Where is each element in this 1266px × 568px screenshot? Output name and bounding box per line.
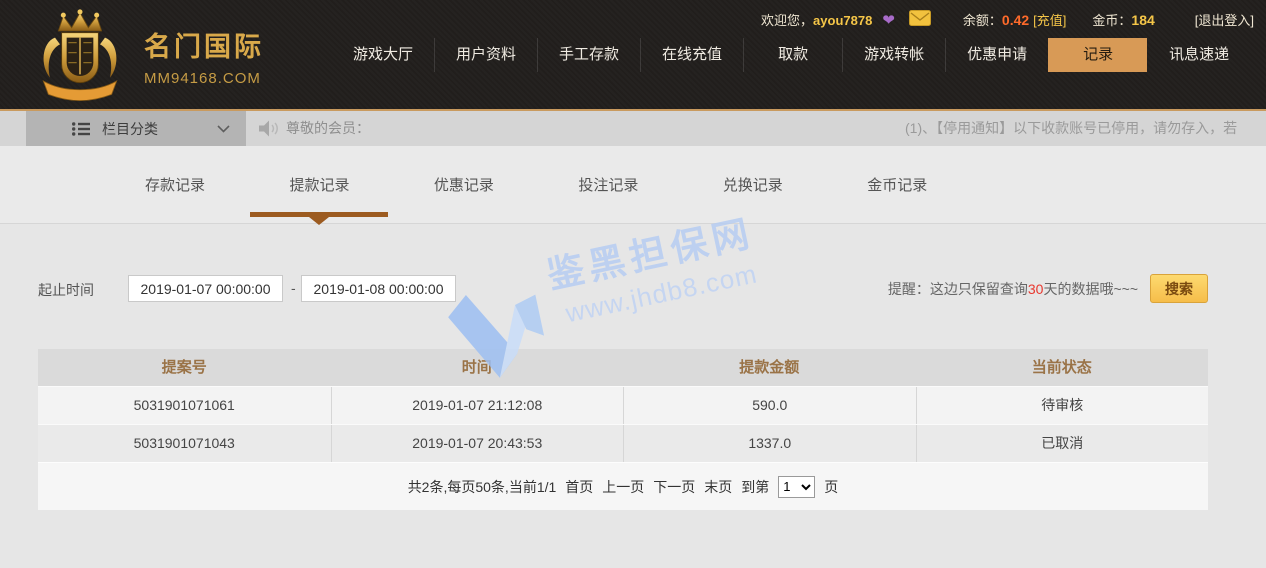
username: ayou7878: [813, 13, 872, 28]
nav-item-transfer[interactable]: 游戏转帐: [842, 38, 945, 72]
filter-right: 提醒：这边只保留查询30天的数据哦~~~ 搜索: [888, 274, 1208, 303]
brand-logo[interactable]: 名门国际 MM94168.COM: [30, 6, 264, 106]
tab-withdraw-records[interactable]: 提款记录: [249, 174, 389, 217]
category-dropdown[interactable]: 栏目分类: [26, 111, 246, 146]
tab-deposit-records[interactable]: 存款记录: [105, 174, 245, 217]
table-row: 5031901071061 2019-01-07 21:12:08 590.0 …: [38, 386, 1208, 424]
pagination-next[interactable]: 下一页: [653, 477, 695, 497]
end-date-input[interactable]: [301, 275, 456, 302]
mail-icon[interactable]: [909, 10, 931, 29]
nav-item-online-recharge[interactable]: 在线充值: [640, 38, 743, 72]
user-bar: 欢迎您，ayou7878 ❤ 余额：0.42 [充值] 金币：184 [退出登入]: [640, 10, 1254, 29]
pagination-first[interactable]: 首页: [565, 477, 593, 497]
nav-item-promo-apply[interactable]: 优惠申请: [945, 38, 1048, 72]
goto-suffix: 页: [824, 477, 838, 497]
notice-marquee: (1)、【停用通知】以下收款账号已停用，请勿存入，若: [905, 111, 1237, 146]
nav-item-messages[interactable]: 讯息速递: [1147, 38, 1250, 72]
reminder-text: 提醒：这边只保留查询30天的数据哦~~~: [888, 279, 1138, 299]
tab-promo-records[interactable]: 优惠记录: [394, 174, 534, 217]
table-header-proposal: 提案号: [38, 349, 331, 386]
nav-item-manual-deposit[interactable]: 手工存款: [537, 38, 640, 72]
recharge-link[interactable]: [充值]: [1033, 13, 1066, 28]
page: { "header": { "brand": { "name": "名门国际",…: [0, 0, 1266, 568]
main-nav: 游戏大厅 用户资料 手工存款 在线充值 取款 游戏转帐 优惠申请 记录 讯息速递: [332, 38, 1250, 72]
list-icon: [72, 122, 90, 136]
reminder-days: 30: [1028, 281, 1044, 297]
cell-amount: 1337.0: [623, 425, 916, 462]
notice-prefix: 尊敬的会员：: [286, 111, 370, 146]
table-header-amount: 提款金额: [623, 349, 916, 386]
nav-item-withdraw[interactable]: 取款: [743, 38, 842, 72]
pagination: 共2条,每页50条,当前1/1 首页 上一页 下一页 末页 到第 1 页: [38, 462, 1208, 510]
brand-title: 名门国际: [144, 25, 264, 64]
table-header-row: 提案号 时间 提款金额 当前状态: [38, 349, 1208, 386]
pagination-last[interactable]: 末页: [704, 477, 732, 497]
nav-item-records[interactable]: 记录: [1048, 38, 1147, 72]
brand-domain: MM94168.COM: [144, 70, 264, 87]
balance-value: 0.42: [1002, 12, 1029, 28]
welcome-text: 欢迎您，ayou7878: [761, 10, 872, 29]
pagination-summary: 共2条,每页50条,当前1/1: [408, 477, 557, 497]
cell-proposal: 5031901071043: [38, 425, 331, 462]
category-label: 栏目分类: [102, 119, 158, 139]
cell-proposal: 5031901071061: [38, 387, 331, 424]
heart-icon[interactable]: ❤: [882, 11, 895, 29]
balance-group: 余额：0.42 [充值]: [963, 10, 1067, 29]
table-header-status: 当前状态: [916, 349, 1209, 386]
tab-exchange-records[interactable]: 兑换记录: [683, 174, 823, 217]
page-select[interactable]: 1: [778, 476, 815, 498]
nav-item-game-hall[interactable]: 游戏大厅: [332, 38, 434, 72]
chevron-down-icon: [217, 125, 230, 133]
coins-group: 金币：184: [1092, 10, 1154, 29]
site-header: 名门国际 MM94168.COM 欢迎您，ayou7878 ❤ 余额：0.42 […: [0, 0, 1266, 111]
search-button[interactable]: 搜索: [1150, 274, 1208, 303]
coins-label: 金币：: [1092, 13, 1131, 28]
goto-prefix: 到第: [741, 477, 769, 497]
coins-value: 184: [1131, 12, 1154, 28]
nav-item-profile[interactable]: 用户资料: [434, 38, 537, 72]
start-date-input[interactable]: [128, 275, 283, 302]
speaker-icon: [258, 120, 280, 142]
table-header-time: 时间: [331, 349, 624, 386]
cell-amount: 590.0: [623, 387, 916, 424]
crest-icon: [30, 6, 130, 106]
cell-status: 已取消: [916, 425, 1209, 462]
category-bar: 栏目分类 尊敬的会员： (1)、【停用通知】以下收款账号已停用，请勿存入，若: [0, 111, 1266, 146]
date-separator: -: [291, 280, 296, 296]
tab-coin-records[interactable]: 金币记录: [827, 174, 967, 217]
date-range-label: 起止时间: [38, 280, 94, 300]
table-row: 5031901071043 2019-01-07 20:43:53 1337.0…: [38, 424, 1208, 462]
withdraw-table: 提案号 时间 提款金额 当前状态 5031901071061 2019-01-0…: [38, 349, 1208, 510]
cell-time: 2019-01-07 20:43:53: [331, 425, 624, 462]
logout-link[interactable]: [退出登入]: [1195, 10, 1254, 29]
balance-label: 余额：: [963, 13, 1002, 28]
filter-row: 起止时间 - 提醒：这边只保留查询30天的数据哦~~~ 搜索: [38, 274, 1208, 303]
pagination-prev[interactable]: 上一页: [602, 477, 644, 497]
cell-status: 待审核: [916, 387, 1209, 424]
tab-bet-records[interactable]: 投注记录: [538, 174, 678, 217]
record-tabs: 存款记录 提款记录 优惠记录 投注记录 兑换记录 金币记录: [0, 146, 1266, 224]
cell-time: 2019-01-07 21:12:08: [331, 387, 624, 424]
